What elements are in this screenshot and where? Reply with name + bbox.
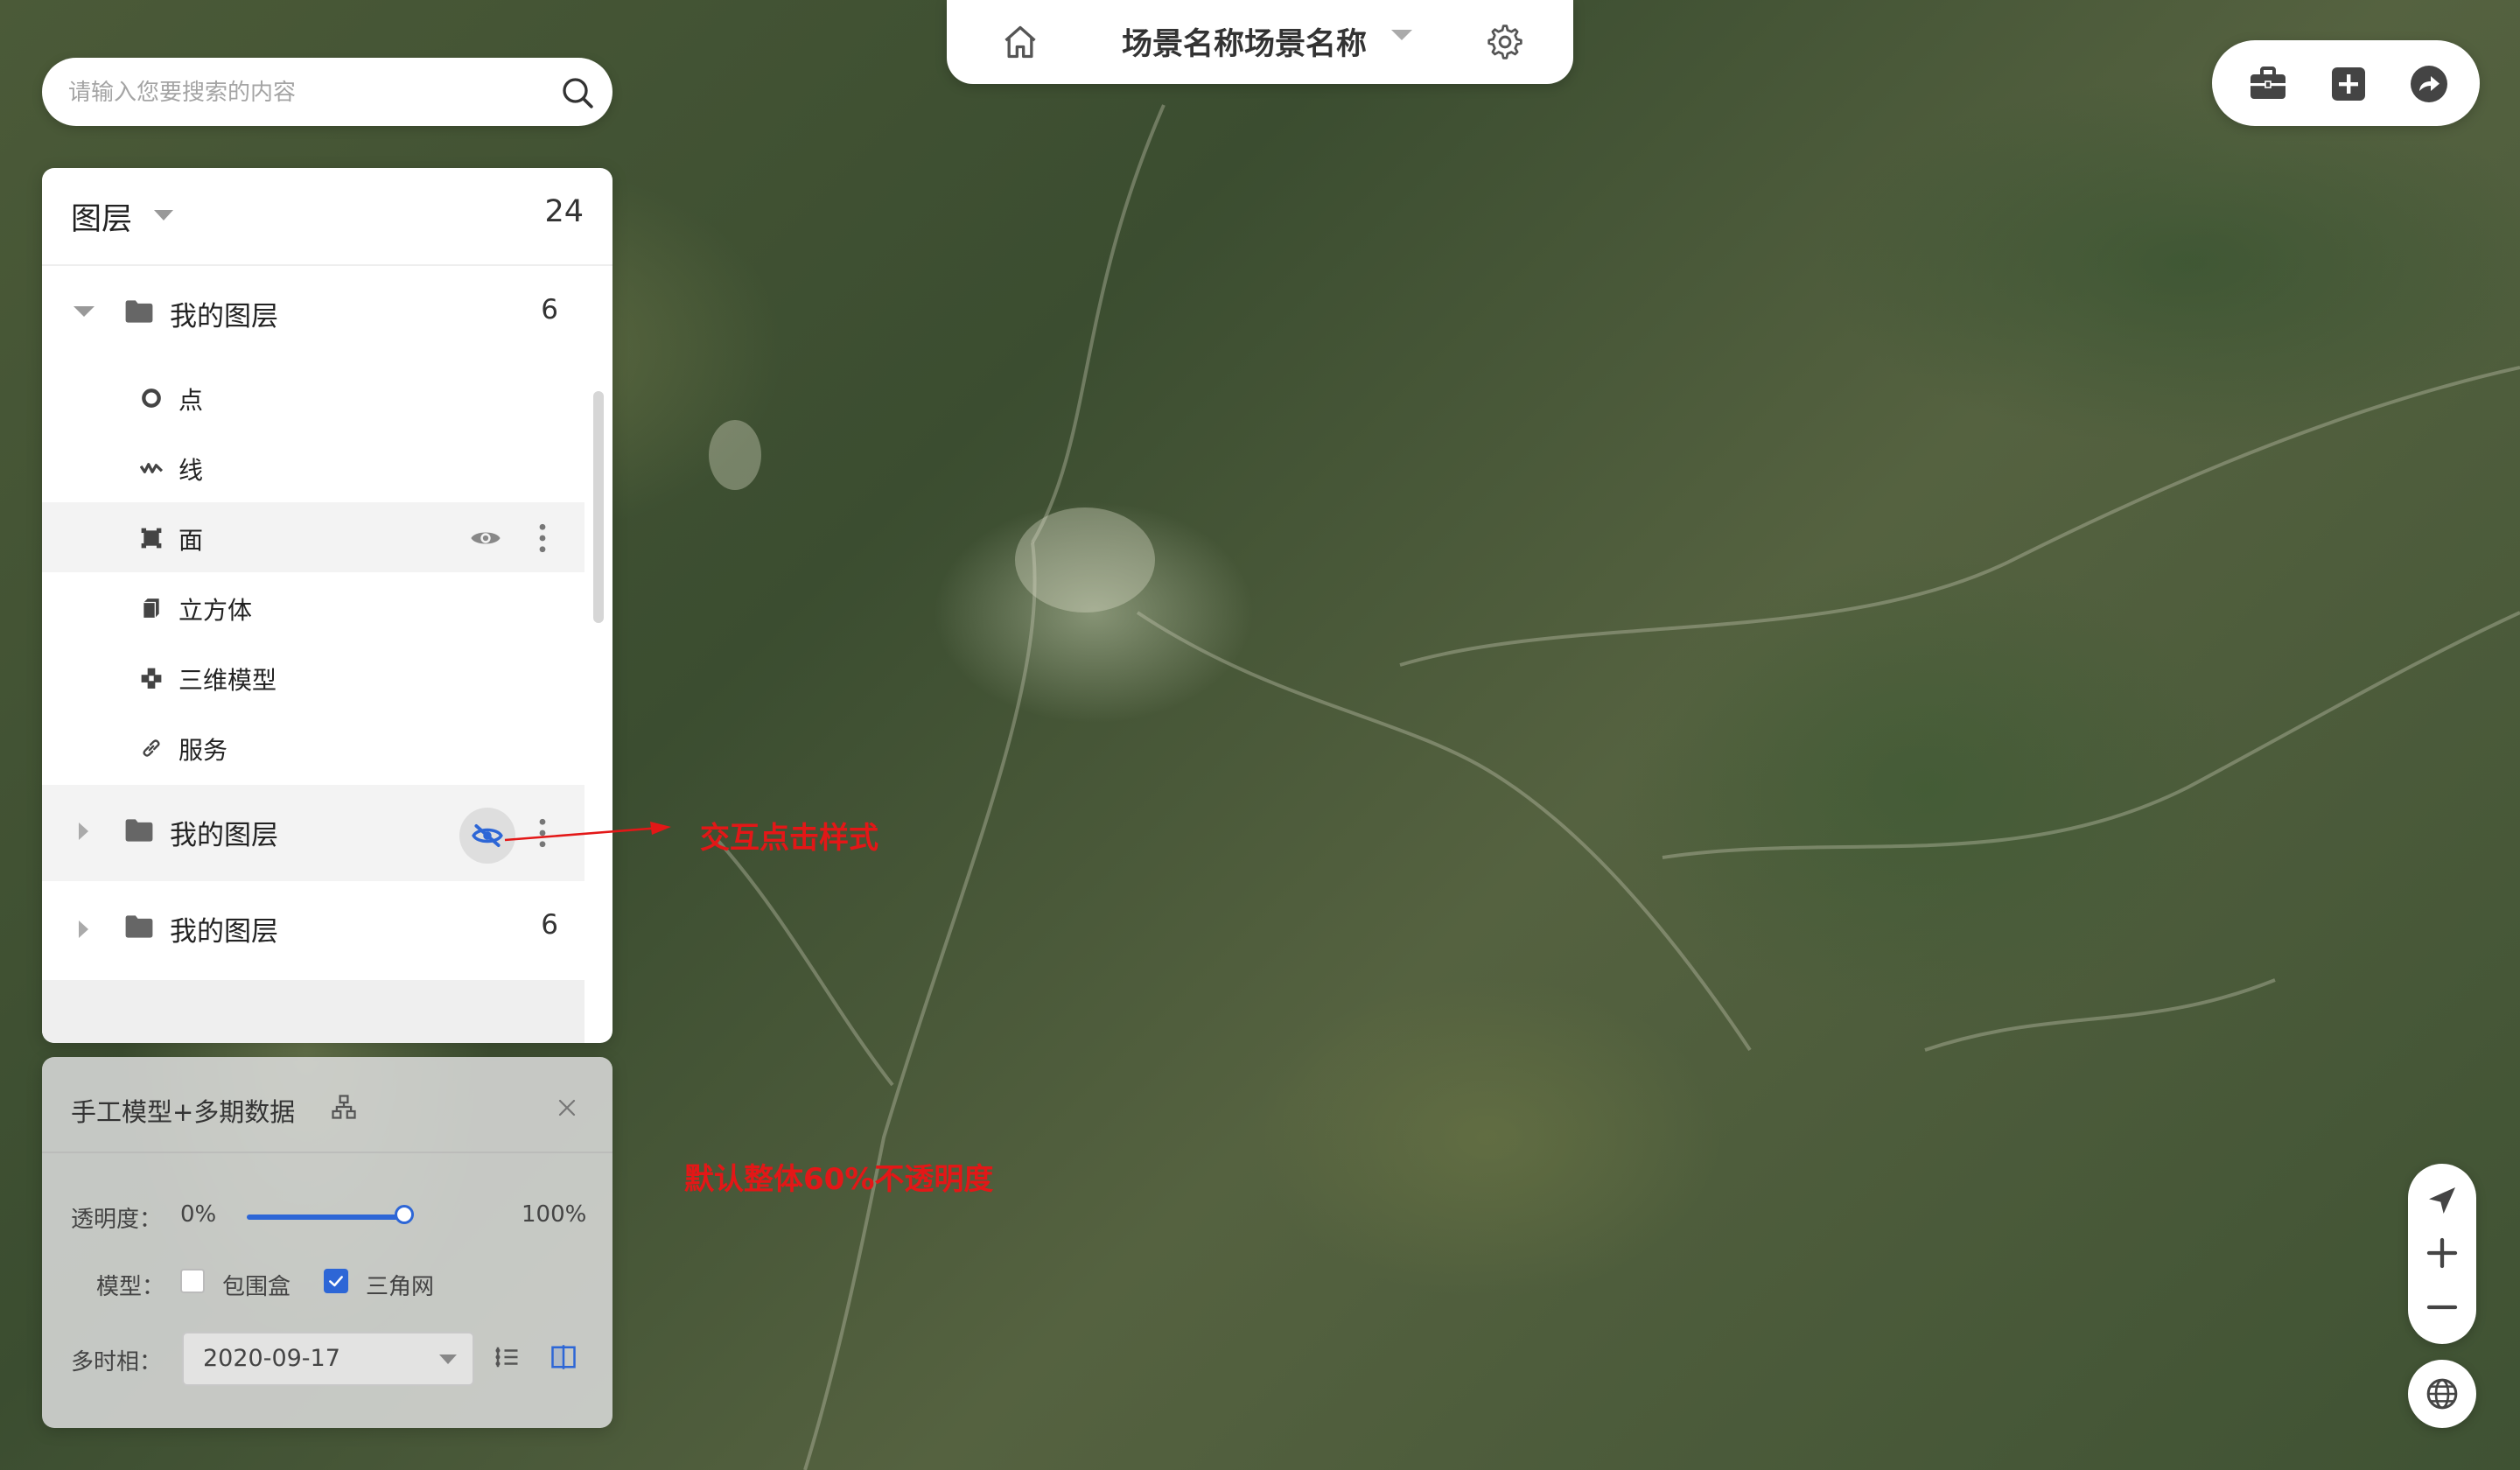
- globe-icon: [2426, 1378, 2458, 1410]
- layer-group-label: 我的图层: [170, 301, 278, 332]
- layer-list-scrollbar[interactable]: [593, 391, 604, 623]
- map-toolbar: [2212, 40, 2480, 126]
- zoom-in-icon[interactable]: [2425, 1236, 2460, 1270]
- cube-icon: [144, 598, 159, 618]
- layer-item-point[interactable]: 点: [42, 362, 584, 432]
- layer-total-count: 24: [544, 194, 584, 229]
- layer-item-label: 服务: [178, 736, 228, 765]
- layer-item-label: 线: [178, 456, 204, 485]
- expand-arrow-icon[interactable]: [79, 920, 88, 938]
- eye-icon[interactable]: [469, 522, 502, 555]
- properties-header: 手工模型+多期数据: [42, 1057, 612, 1153]
- home-icon[interactable]: [1001, 23, 1040, 61]
- annotation-arrow: [504, 822, 671, 842]
- layer-group[interactable]: 我的图层 6: [42, 266, 584, 362]
- search-input[interactable]: [66, 70, 542, 116]
- scene-title-bar: 场景名称场景名称: [947, 0, 1573, 84]
- collapse-arrow-icon[interactable]: [74, 306, 94, 317]
- opacity-slider[interactable]: [247, 1205, 414, 1224]
- opacity-min-label: 0%: [180, 1201, 217, 1228]
- multi-temporal-label: 多时相：: [71, 1349, 163, 1376]
- add-square-icon[interactable]: [2328, 63, 2370, 105]
- model-label: 模型：: [96, 1274, 165, 1300]
- layer-group-label: 我的图层: [170, 916, 278, 948]
- layer-item-label: 三维模型: [178, 666, 277, 695]
- locate-arrow-icon[interactable]: [2425, 1183, 2460, 1218]
- folder-icon: [125, 300, 153, 323]
- layer-item-label: 立方体: [178, 596, 253, 625]
- opacity-slider-handle[interactable]: [395, 1205, 414, 1224]
- triangle-mesh-label: 三角网: [366, 1274, 435, 1300]
- folder-icon: [125, 915, 153, 938]
- layer-group-count: 6: [541, 909, 558, 941]
- opacity-slider-fill: [247, 1214, 404, 1220]
- date-select[interactable]: 2020-09-17: [182, 1332, 474, 1386]
- chevron-down-icon[interactable]: [154, 210, 173, 220]
- polygon-icon: [141, 528, 162, 549]
- hierarchy-icon[interactable]: [331, 1094, 357, 1120]
- layer-group-label: 我的图层: [170, 820, 278, 851]
- bounding-box-checkbox[interactable]: [180, 1269, 205, 1293]
- folder-icon: [125, 819, 153, 842]
- triangle-mesh-checkbox[interactable]: [324, 1269, 348, 1293]
- more-vertical-icon[interactable]: [538, 523, 547, 553]
- expand-arrow-icon[interactable]: [79, 822, 88, 840]
- opacity-max-label: 100%: [522, 1201, 587, 1228]
- point-icon: [142, 388, 161, 408]
- date-select-value: 2020-09-17: [203, 1345, 340, 1372]
- layer-item-polygon[interactable]: 面: [42, 502, 584, 572]
- opacity-label: 透明度：: [71, 1207, 163, 1233]
- layer-list-footer: [42, 980, 584, 1043]
- globe-button[interactable]: [2408, 1360, 2476, 1428]
- zoom-control: [2408, 1164, 2476, 1344]
- annotation-default-opacity: 默认整体60%不透明度: [684, 1162, 994, 1197]
- layer-panel-header: 图层 24: [42, 168, 612, 266]
- check-icon: [329, 1276, 343, 1287]
- layer-item-model[interactable]: 三维模型: [42, 642, 584, 712]
- layer-panel-title[interactable]: 图层: [71, 194, 132, 239]
- layer-item-label: 面: [178, 526, 204, 555]
- model-3d-icon: [141, 668, 162, 689]
- layer-item-cube[interactable]: 立方体: [42, 572, 584, 642]
- timeline-list-icon[interactable]: [494, 1344, 520, 1370]
- properties-title: 手工模型+多期数据: [71, 1097, 296, 1127]
- close-icon[interactable]: [556, 1097, 578, 1118]
- annotation-click-style: 交互点击样式: [700, 821, 878, 856]
- layer-properties-panel: 手工模型+多期数据 透明度： 0% 100% 模型： 包围盒 三角网 多时相： …: [42, 1057, 612, 1428]
- layer-item-label: 点: [178, 386, 204, 415]
- layer-group[interactable]: 我的图层 6: [42, 881, 584, 977]
- bounding-box-label: 包围盒: [222, 1274, 291, 1300]
- scene-title[interactable]: 场景名称场景名称: [1122, 19, 1367, 64]
- share-arrow-icon[interactable]: [2408, 63, 2450, 105]
- toolbox-icon[interactable]: [2247, 63, 2289, 105]
- layer-group-count: 6: [541, 294, 558, 326]
- zoom-out-icon[interactable]: [2425, 1290, 2460, 1325]
- eye-off-icon: [472, 824, 503, 847]
- chevron-down-icon: [439, 1354, 457, 1364]
- link-icon: [143, 739, 160, 757]
- layer-item-line[interactable]: 线: [42, 432, 584, 502]
- layer-panel: 图层 24 我的图层 6 点 线 面 立方体 三维模型 服务 我的图层 我的图层…: [42, 168, 612, 1043]
- search-icon[interactable]: [560, 75, 595, 110]
- split-compare-icon[interactable]: [550, 1344, 578, 1370]
- chevron-down-icon[interactable]: [1391, 30, 1412, 40]
- layer-item-service[interactable]: 服务: [42, 712, 584, 782]
- gear-icon[interactable]: [1486, 23, 1524, 61]
- polyline-icon: [140, 463, 163, 473]
- search-bar: [42, 58, 612, 126]
